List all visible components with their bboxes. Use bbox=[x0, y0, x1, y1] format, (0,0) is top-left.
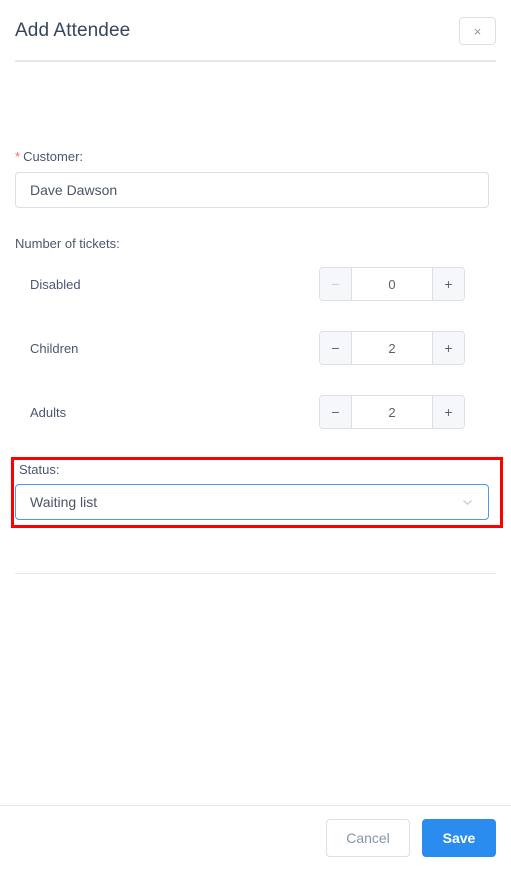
add-attendee-dialog: Add Attendee × * Customer: Dave Dawson Nu… bbox=[0, 0, 511, 869]
cancel-button[interactable]: Cancel bbox=[326, 818, 410, 857]
dialog-footer: Cancel Save bbox=[0, 805, 511, 869]
status-label: Status: bbox=[19, 462, 60, 477]
decrement-button[interactable]: − bbox=[320, 396, 352, 428]
ticket-row: Adults − 2 + bbox=[15, 395, 489, 429]
status-selected-value: Waiting list bbox=[30, 494, 98, 510]
increment-button[interactable]: + bbox=[432, 332, 464, 364]
ticket-row: Disabled − 0 + bbox=[15, 267, 489, 301]
customer-label-text: Customer: bbox=[23, 149, 84, 164]
ticket-row: Children − 2 + bbox=[15, 331, 489, 365]
section-divider bbox=[15, 573, 496, 574]
customer-input[interactable]: Dave Dawson bbox=[15, 172, 489, 208]
ticket-type-label: Disabled bbox=[30, 277, 81, 292]
increment-button[interactable]: + bbox=[432, 268, 464, 300]
quantity-value[interactable]: 2 bbox=[352, 396, 432, 428]
quantity-stepper: − 2 + bbox=[319, 395, 465, 429]
customer-label: * Customer: bbox=[15, 148, 83, 166]
chevron-down-icon bbox=[463, 499, 472, 505]
decrement-button[interactable]: − bbox=[320, 332, 352, 364]
dialog-body: * Customer: Dave Dawson Number of tickets… bbox=[0, 61, 511, 869]
close-icon: × bbox=[473, 23, 482, 39]
dialog-header: Add Attendee × bbox=[0, 0, 511, 62]
close-button[interactable]: × bbox=[459, 17, 496, 45]
quantity-stepper: − 0 + bbox=[319, 267, 465, 301]
decrement-button[interactable]: − bbox=[320, 268, 352, 300]
ticket-type-label: Children bbox=[30, 341, 79, 356]
increment-button[interactable]: + bbox=[432, 396, 464, 428]
page-title: Add Attendee bbox=[15, 20, 131, 41]
tickets-label: Number of tickets: bbox=[15, 236, 120, 251]
quantity-stepper: − 2 + bbox=[319, 331, 465, 365]
quantity-value[interactable]: 2 bbox=[352, 332, 432, 364]
save-button[interactable]: Save bbox=[422, 818, 496, 857]
ticket-type-label: Adults bbox=[30, 405, 67, 420]
status-select[interactable]: Waiting list bbox=[15, 484, 489, 520]
required-marker: * bbox=[15, 149, 21, 164]
quantity-value[interactable]: 0 bbox=[352, 268, 432, 300]
